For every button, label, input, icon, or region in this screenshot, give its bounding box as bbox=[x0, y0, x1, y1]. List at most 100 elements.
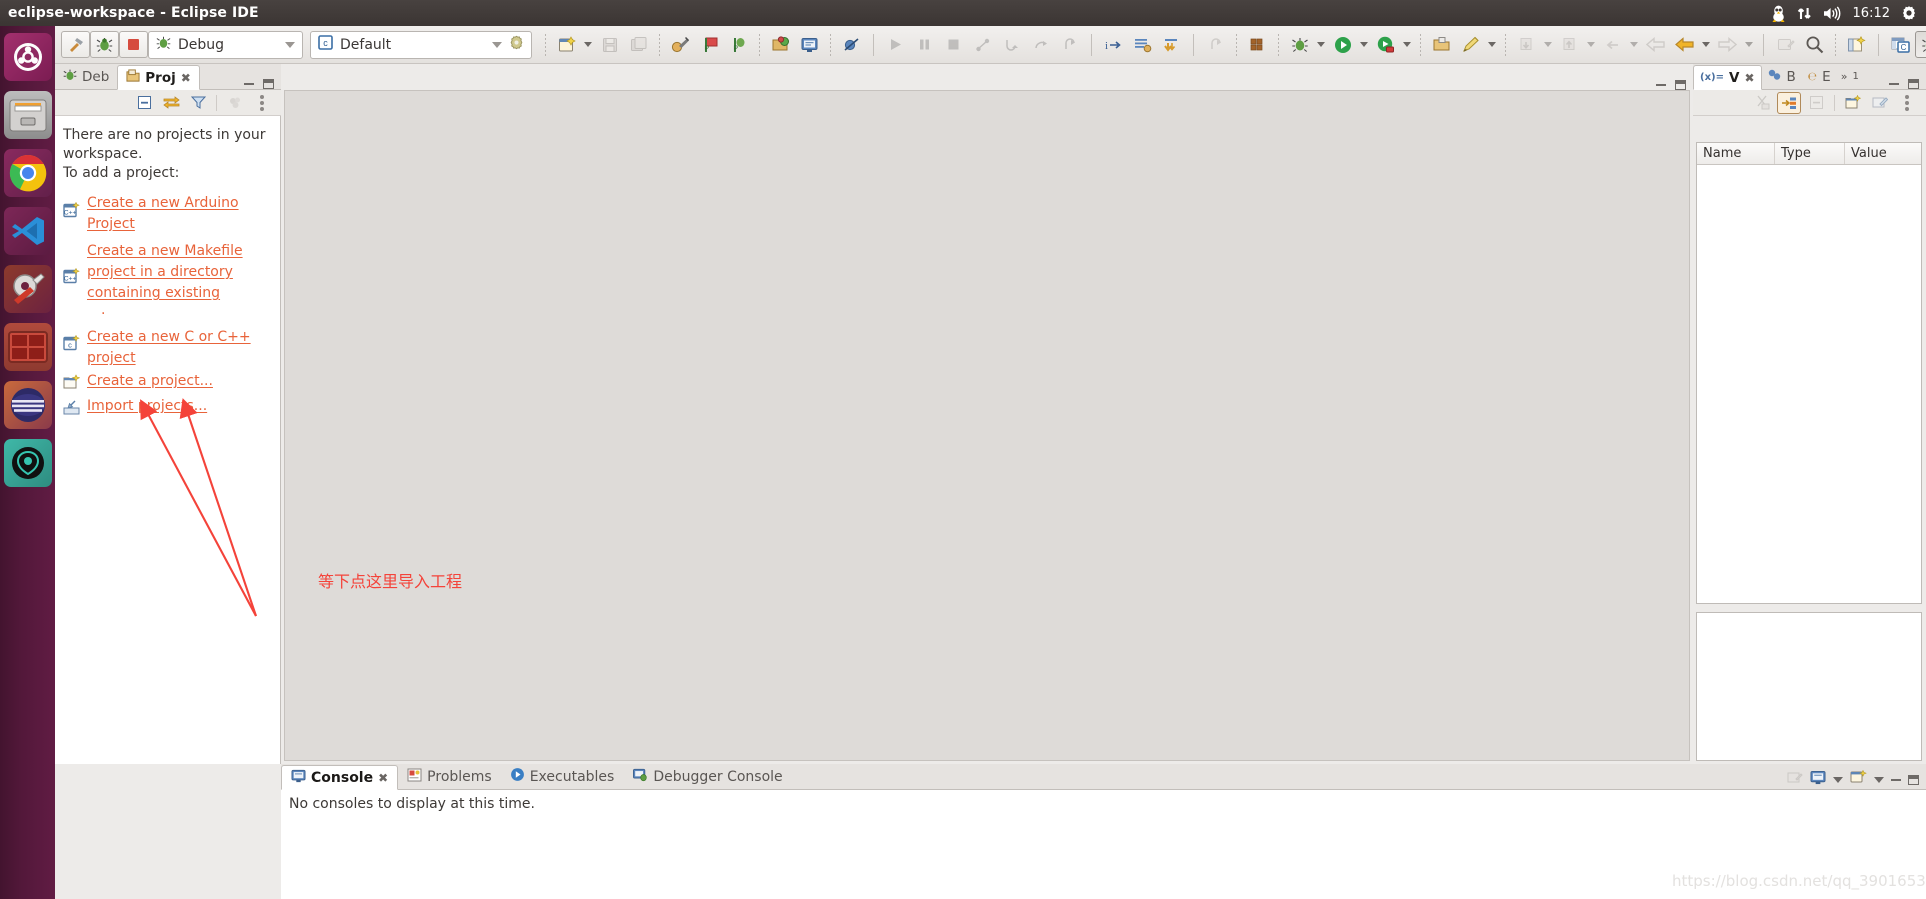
wizard-link-create-project[interactable]: Create a project... bbox=[63, 372, 272, 391]
wizard-link-c-cpp[interactable]: c Create a new C or C++ project bbox=[63, 326, 272, 368]
collapse-all-icon[interactable] bbox=[1804, 92, 1828, 114]
search-icon[interactable] bbox=[1800, 31, 1829, 58]
run-launch-dropdown[interactable] bbox=[1360, 42, 1368, 47]
tab-debug[interactable]: Deb bbox=[55, 64, 117, 89]
launcher-item-tools-icon[interactable] bbox=[3, 265, 52, 313]
tab-debugger-console[interactable]: Debugger Console bbox=[623, 764, 791, 789]
maximize-icon[interactable] bbox=[1908, 79, 1919, 89]
open-resource-icon[interactable] bbox=[766, 31, 795, 58]
disconnect-icon[interactable] bbox=[968, 31, 997, 58]
chevron-down-icon[interactable] bbox=[285, 41, 295, 48]
tab-executables[interactable]: Executables bbox=[501, 764, 624, 789]
debug-launch-dropdown[interactable] bbox=[1317, 42, 1325, 47]
toggle-disassembly-icon[interactable] bbox=[1128, 31, 1157, 58]
terminate-icon[interactable] bbox=[939, 31, 968, 58]
back-dropdown[interactable] bbox=[1702, 42, 1710, 47]
new-wizard-dropdown[interactable] bbox=[584, 42, 592, 47]
cut-icon[interactable] bbox=[1750, 92, 1774, 114]
last-edit-location-icon[interactable] bbox=[1598, 31, 1627, 58]
link-line[interactable]: Create a new Makefile bbox=[87, 243, 243, 259]
new-expression-icon[interactable] bbox=[1841, 92, 1865, 114]
link-line[interactable]: · bbox=[87, 306, 105, 322]
build-all-icon[interactable] bbox=[666, 31, 695, 58]
back-history-icon[interactable] bbox=[1670, 31, 1699, 58]
build-icon[interactable] bbox=[61, 31, 90, 58]
close-icon[interactable]: ✖ bbox=[378, 771, 388, 785]
launcher-item-vscode-icon[interactable] bbox=[3, 207, 52, 255]
new-editor-icon[interactable] bbox=[1771, 31, 1800, 58]
launch-config-combo[interactable]: c Default bbox=[310, 30, 532, 59]
collapse-all-icon[interactable] bbox=[132, 92, 156, 114]
step-into-icon[interactable] bbox=[997, 31, 1026, 58]
link-line[interactable]: project bbox=[87, 350, 136, 366]
profile-icon[interactable]: P bbox=[695, 31, 724, 58]
perspective-debug-icon[interactable] bbox=[1915, 31, 1926, 58]
instruction-stepping-icon[interactable]: i bbox=[1099, 31, 1128, 58]
column-header-name[interactable]: Name bbox=[1697, 143, 1775, 164]
perspective-cpp-icon[interactable]: C bbox=[1886, 31, 1915, 58]
forward-dropdown[interactable] bbox=[1745, 42, 1753, 47]
launcher-item-files-icon[interactable] bbox=[3, 91, 52, 139]
link-line[interactable]: Create a new C or C++ bbox=[87, 329, 251, 345]
wizard-link-c-cpp-text[interactable]: Create a new C or C++ project bbox=[87, 326, 251, 368]
memory-icon[interactable] bbox=[1201, 31, 1230, 58]
linux-penguin-icon[interactable] bbox=[1771, 5, 1786, 22]
search-edit-dropdown[interactable] bbox=[1488, 42, 1496, 47]
launcher-item-ubuntu-dash-icon[interactable] bbox=[3, 33, 52, 81]
suspend-icon[interactable] bbox=[910, 31, 939, 58]
wizard-link-makefile-text[interactable]: Create a new Makefile project in a direc… bbox=[87, 240, 243, 324]
tab-project-explorer[interactable]: Proj ✖ bbox=[117, 65, 200, 90]
close-icon[interactable]: ✖ bbox=[1744, 71, 1754, 85]
chevron-down-icon[interactable] bbox=[492, 41, 502, 48]
network-updown-icon[interactable] bbox=[1797, 6, 1812, 21]
project-explorer-body[interactable]: There are no projects in your workspace.… bbox=[55, 116, 281, 764]
resume-icon[interactable] bbox=[881, 31, 910, 58]
tab-problems[interactable]: Problems bbox=[398, 764, 501, 789]
minimize-icon[interactable] bbox=[1891, 778, 1901, 781]
minimize-icon[interactable] bbox=[244, 83, 254, 85]
coverage-dropdown[interactable] bbox=[1403, 42, 1411, 47]
tab-expressions[interactable]: ℮ E bbox=[1802, 64, 1837, 89]
open-console-dropdown-icon[interactable] bbox=[1874, 776, 1884, 783]
new-wizard-icon[interactable] bbox=[552, 31, 581, 58]
step-return-icon[interactable] bbox=[1055, 31, 1084, 58]
minimize-icon[interactable] bbox=[1889, 83, 1899, 85]
tab-more-views[interactable]: » 1 bbox=[1837, 64, 1863, 89]
save-all-icon[interactable] bbox=[624, 31, 653, 58]
launcher-item-terminator-icon[interactable] bbox=[3, 323, 52, 371]
link-line[interactable]: containing existing bbox=[87, 285, 220, 301]
scroll-lock-icon[interactable] bbox=[1810, 770, 1826, 789]
search-edit-icon[interactable] bbox=[1456, 31, 1485, 58]
gear-icon[interactable] bbox=[509, 35, 524, 54]
variables-table[interactable]: Name Type Value bbox=[1696, 142, 1922, 604]
pin-console-icon[interactable] bbox=[1850, 769, 1867, 789]
wizard-link-arduino[interactable]: C++ Create a new Arduino Project bbox=[63, 192, 272, 234]
filter-icon[interactable] bbox=[186, 92, 210, 114]
link-line[interactable]: project in a directory bbox=[87, 264, 233, 280]
run-launch-icon[interactable] bbox=[1328, 31, 1357, 58]
link-line[interactable]: Create a project... bbox=[87, 372, 213, 391]
console-view-icon[interactable] bbox=[795, 31, 824, 58]
step-over-icon[interactable] bbox=[1026, 31, 1055, 58]
column-header-value[interactable]: Value bbox=[1845, 143, 1921, 164]
tab-breakpoints[interactable]: B bbox=[1762, 64, 1802, 89]
debug-config-icon[interactable]: P bbox=[724, 31, 753, 58]
next-annotation-icon[interactable] bbox=[1512, 31, 1541, 58]
maximize-icon[interactable] bbox=[1908, 774, 1919, 785]
debug-launch-icon[interactable] bbox=[1285, 31, 1314, 58]
wizard-link-makefile[interactable]: C++ Create a new Makefile project in a d… bbox=[63, 240, 272, 324]
volume-icon[interactable] bbox=[1823, 5, 1842, 21]
launch-mode-combo[interactable]: Debug bbox=[148, 30, 303, 59]
link-with-editor-icon[interactable] bbox=[159, 92, 183, 114]
variables-detail-pane[interactable] bbox=[1696, 612, 1922, 761]
show-type-names-icon[interactable] bbox=[1777, 91, 1801, 114]
tray-clock[interactable]: 16:12 bbox=[1853, 6, 1890, 21]
open-folder-icon[interactable] bbox=[1427, 31, 1456, 58]
save-icon[interactable] bbox=[595, 31, 624, 58]
column-header-type[interactable]: Type bbox=[1775, 143, 1845, 164]
edit-value-icon[interactable] bbox=[1868, 92, 1892, 114]
skip-all-breakpoints-icon[interactable] bbox=[837, 31, 866, 58]
launcher-item-eclipse-icon[interactable] bbox=[3, 381, 52, 429]
tab-console[interactable]: Console ✖ bbox=[281, 765, 399, 790]
display-dropdown-icon[interactable] bbox=[1833, 776, 1843, 783]
